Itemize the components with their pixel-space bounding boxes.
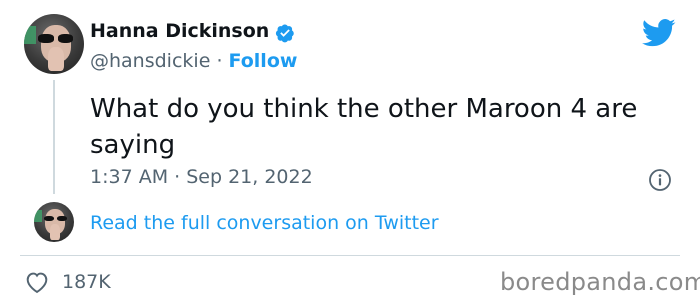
tweet-text: What do you think the other Maroon 4 are… xyxy=(90,94,638,160)
read-conversation-link[interactable]: Read the full conversation on Twitter xyxy=(90,212,439,234)
thread-connector-line xyxy=(53,80,55,194)
avatar-background-detail xyxy=(24,26,36,44)
handle-separator: · xyxy=(216,50,223,72)
heart-icon[interactable] xyxy=(24,270,50,294)
avatar-sunglasses xyxy=(43,215,67,222)
avatar-hand xyxy=(48,47,64,71)
handle-row: @hansdickie · Follow xyxy=(90,50,297,72)
avatar-sunglasses xyxy=(38,34,74,43)
conversation-avatar[interactable] xyxy=(34,202,74,242)
follow-button[interactable]: Follow xyxy=(229,50,298,72)
avatar-background-detail xyxy=(34,210,42,222)
author-name[interactable]: Hanna Dickinson xyxy=(90,20,269,42)
watermark: boredpanda.com xyxy=(500,268,700,296)
info-icon[interactable] xyxy=(648,168,672,192)
avatar-hand xyxy=(50,224,61,240)
tweet-timestamp[interactable]: 1:37 AM · Sep 21, 2022 xyxy=(90,166,313,188)
verified-badge-icon xyxy=(275,24,294,43)
twitter-bird-icon[interactable] xyxy=(642,18,676,48)
like-count[interactable]: 187K xyxy=(62,271,111,293)
divider xyxy=(20,255,680,256)
author-avatar[interactable] xyxy=(24,14,84,74)
author-handle[interactable]: @hansdickie xyxy=(90,50,210,72)
